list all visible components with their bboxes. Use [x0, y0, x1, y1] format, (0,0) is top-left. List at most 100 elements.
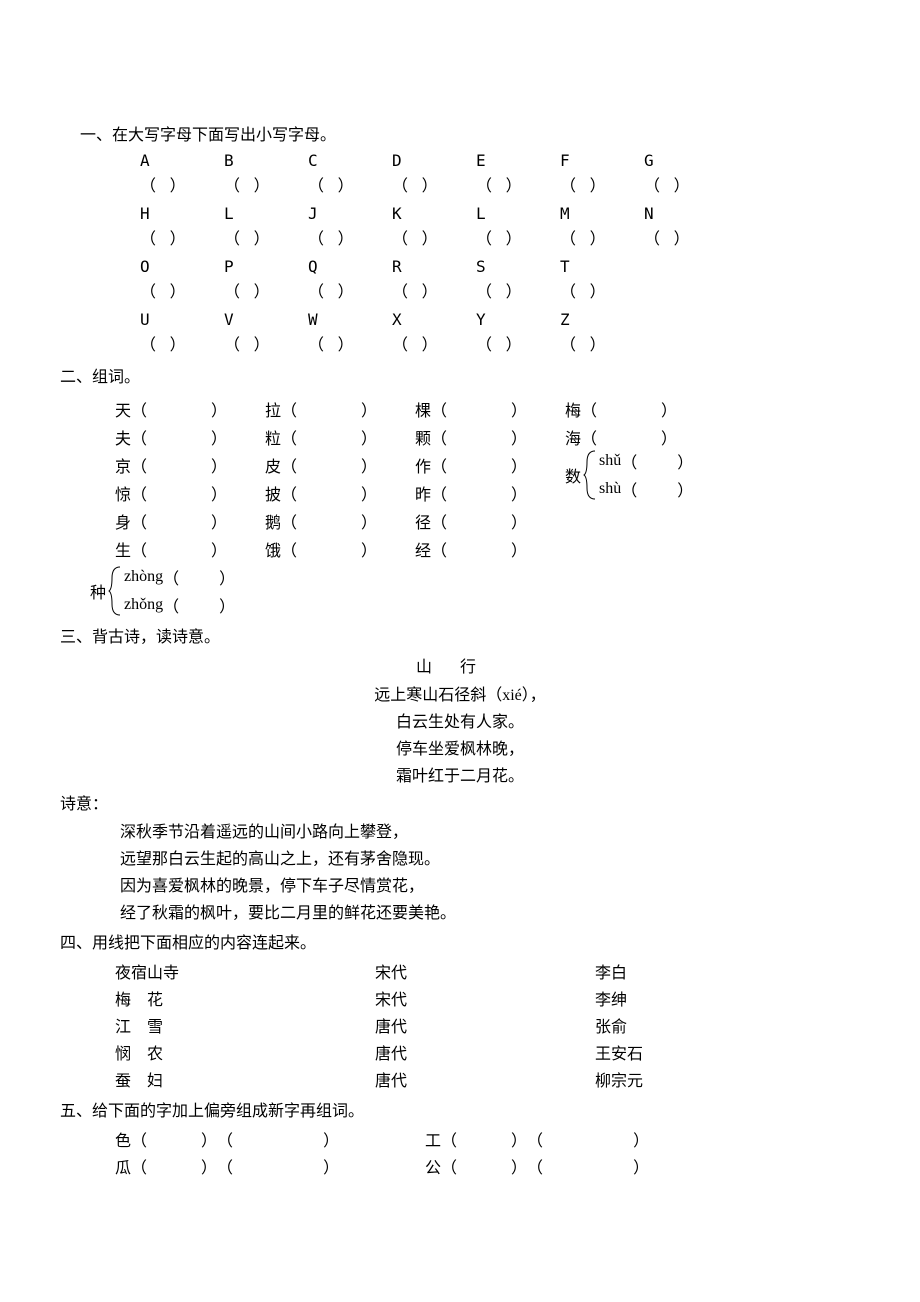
letter-row: H L J K L M N	[140, 204, 860, 223]
section-2-title: 二、组词。	[60, 363, 860, 387]
zuci-char: 棵	[415, 397, 431, 421]
answer-blank[interactable]: （ ）	[392, 225, 476, 249]
bracket-row: （ ） （ ） （ ） （ ） （ ） （ ）	[140, 278, 860, 302]
answer-blank[interactable]: （ ）	[560, 278, 644, 302]
letter: X	[392, 310, 476, 329]
answer-blank[interactable]: （ ）	[224, 331, 308, 355]
match-mid[interactable]: 唐代	[375, 1013, 595, 1037]
brace-icon	[583, 449, 597, 501]
zuci-char: 披	[265, 481, 281, 505]
zuci-char: 拉	[265, 397, 281, 421]
answer-blank[interactable]: （ ）	[308, 331, 392, 355]
letter: W	[308, 310, 392, 329]
answer-blank[interactable]: （ ）	[140, 172, 224, 196]
letter: K	[392, 204, 476, 223]
section-4-title: 四、用线把下面相应的内容连起来。	[60, 929, 860, 953]
letter: M	[560, 204, 644, 223]
zuci-char: 粒	[265, 425, 281, 449]
answer-blank[interactable]: （ ）	[476, 225, 560, 249]
match-right[interactable]: 李白	[595, 959, 755, 983]
letter-row: O P Q R S T	[140, 257, 860, 276]
match-left[interactable]: 夜宿山寺	[115, 959, 375, 983]
answer-blank[interactable]: （ ）	[560, 172, 644, 196]
bracket-row: （ ） （ ） （ ） （ ） （ ） （ ） （ ）	[140, 225, 860, 249]
answer-blank[interactable]: （ ）	[392, 278, 476, 302]
answer-blank[interactable]: （ ）	[308, 278, 392, 302]
answer-blank[interactable]: （ ）	[392, 172, 476, 196]
match-left[interactable]: 悯 农	[115, 1040, 375, 1064]
match-left[interactable]: 蚕 妇	[115, 1067, 375, 1091]
letter: J	[308, 204, 392, 223]
meaning-line: 经了秋霜的枫叶，要比二月里的鲜花还要美艳。	[120, 899, 860, 923]
letter: V	[224, 310, 308, 329]
match-right[interactable]: 李绅	[595, 986, 755, 1010]
meaning-line: 深秋季节沿着遥远的山间小路向上攀登，	[120, 818, 860, 842]
answer-blank[interactable]: （ ）	[224, 172, 308, 196]
brace-char: 数	[565, 463, 581, 487]
radical-char: 公	[425, 1154, 441, 1178]
brace-char: 种	[90, 579, 106, 603]
brace-group-shu: 数 shǔ（） shù（）	[565, 449, 693, 501]
zuci-char: 惊	[115, 481, 131, 505]
section-1-letters: A B C D E F G （ ） （ ） （ ） （ ） （ ） （ ） （ …	[140, 151, 860, 355]
match-left[interactable]: 江 雪	[115, 1013, 375, 1037]
match-left[interactable]: 梅 花	[115, 986, 375, 1010]
match-right[interactable]: 王安石	[595, 1040, 755, 1064]
section-1-title: 一、在大写字母下面写出小写字母。	[80, 121, 860, 145]
answer-blank[interactable]: （ ）	[644, 225, 728, 249]
answer-blank[interactable]: （ ）	[392, 331, 476, 355]
zuci-char: 鹅	[265, 509, 281, 533]
answer-blank[interactable]: （ ）	[476, 172, 560, 196]
letter: T	[560, 257, 644, 276]
letter-row: A B C D E F G	[140, 151, 860, 170]
letter: E	[476, 151, 560, 170]
answer-blank[interactable]: （ ）	[140, 225, 224, 249]
answer-blank[interactable]: （ ）	[308, 172, 392, 196]
zuci-char: 海	[565, 425, 581, 449]
zuci-char: 作	[415, 453, 431, 477]
answer-blank[interactable]: （ ）	[560, 331, 644, 355]
answer-blank[interactable]: （ ）	[140, 331, 224, 355]
letter: N	[644, 204, 728, 223]
answer-blank[interactable]: （ ）	[224, 278, 308, 302]
answer-blank[interactable]: （ ）	[476, 331, 560, 355]
pinyin: zhòng	[124, 568, 163, 586]
match-mid[interactable]: 唐代	[375, 1067, 595, 1091]
pinyin: zhǒng	[124, 596, 163, 614]
poem-line: 白云生处有人家。	[60, 708, 860, 732]
meaning-line: 远望那白云生起的高山之上，还有茅舍隐现。	[120, 845, 860, 869]
match-mid[interactable]: 唐代	[375, 1040, 595, 1064]
meaning-line: 因为喜爱枫林的晚景，停下车子尽情赏花，	[120, 872, 860, 896]
brace-group-zhong: 种 zhòng（） zhǒng（）	[90, 565, 860, 617]
answer-blank[interactable]: （ ）	[308, 225, 392, 249]
answer-blank[interactable]: （ ）	[140, 278, 224, 302]
answer-blank[interactable]: （ ）	[224, 225, 308, 249]
poem-line: 霜叶红于二月花。	[60, 762, 860, 786]
meaning-label: 诗意：	[60, 790, 860, 814]
letter: D	[392, 151, 476, 170]
match-right[interactable]: 柳宗元	[595, 1067, 755, 1091]
zuci-char: 径	[415, 509, 431, 533]
zuci-char: 饿	[265, 537, 281, 561]
radical-char: 瓜	[115, 1154, 131, 1178]
zuci-char: 皮	[265, 453, 281, 477]
zuci-char: 天	[115, 397, 131, 421]
pinyin: shù	[599, 480, 621, 498]
zuci-char: 昨	[415, 481, 431, 505]
match-mid[interactable]: 宋代	[375, 986, 595, 1010]
letter: Y	[476, 310, 560, 329]
zuci-char: 生	[115, 537, 131, 561]
answer-blank[interactable]: （ ）	[644, 172, 728, 196]
brace-icon	[108, 565, 122, 617]
match-right[interactable]: 张俞	[595, 1013, 755, 1037]
answer-blank[interactable]: （ ）	[560, 225, 644, 249]
letter: O	[140, 257, 224, 276]
zuci-char: 夫	[115, 425, 131, 449]
zuci-char: 经	[415, 537, 431, 561]
answer-blank[interactable]: （ ）	[476, 278, 560, 302]
match-mid[interactable]: 宋代	[375, 959, 595, 983]
letter-row: U V W X Y Z	[140, 310, 860, 329]
letter: H	[140, 204, 224, 223]
letter: U	[140, 310, 224, 329]
zuci-char: 身	[115, 509, 131, 533]
